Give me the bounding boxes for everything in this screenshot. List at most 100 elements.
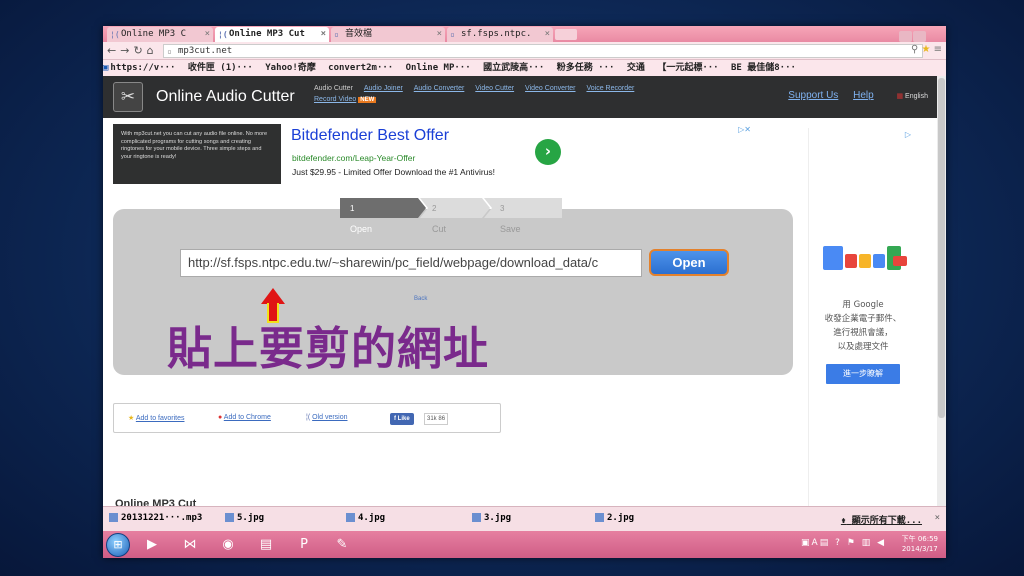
volume-icon[interactable]: ◀ bbox=[877, 538, 886, 548]
favorites-link[interactable]: ★ Add to favorites bbox=[128, 414, 184, 422]
browser-tab-bar: ¦( Online MP3 C × ¦( Online MP3 Cut × ▫ … bbox=[103, 26, 946, 61]
system-tray: ▣A▤ ? ⚑ ▥ ◀ bbox=[801, 538, 886, 548]
site-title[interactable]: Online Audio Cutter bbox=[156, 88, 295, 106]
taskbar-clock[interactable]: 下午 06:59 2014/3/17 bbox=[902, 534, 938, 554]
bookmark-item[interactable]: convert2m··· bbox=[328, 63, 393, 73]
url-input[interactable]: http://sf.fsps.ntpc.edu.tw/~sharewin/pc_… bbox=[180, 249, 642, 277]
chrome-link[interactable]: ● Add to Chrome bbox=[218, 414, 271, 421]
nav-video-converter[interactable]: Video Converter bbox=[525, 85, 575, 92]
reload-icon[interactable]: ↻ bbox=[133, 44, 146, 57]
step-save: 3 Save bbox=[500, 204, 521, 234]
bookmark-item[interactable]: 收件匣 (1)··· bbox=[188, 63, 253, 73]
intro-text: With mp3cut.net you can cut any audio fi… bbox=[113, 124, 281, 184]
facebook-icon: f bbox=[394, 416, 396, 422]
bookmark-item[interactable]: https://v··· bbox=[110, 63, 175, 73]
tab-close-icon[interactable]: × bbox=[545, 27, 550, 42]
bookmark-item[interactable]: 粉多任務 ··· bbox=[557, 63, 615, 73]
support-us-link[interactable]: Support Us bbox=[788, 90, 838, 101]
windows-taskbar: ⊞ ▶ ⋈ ◉ ▤ P ✎ ▣A▤ ? ⚑ ▥ ◀ 下午 06:59 2014/… bbox=[103, 531, 946, 558]
tab-close-icon[interactable]: × bbox=[321, 27, 326, 42]
step-cut: 2 Cut bbox=[432, 204, 447, 234]
page-scrollbar[interactable] bbox=[937, 76, 946, 514]
tab-close-icon[interactable]: × bbox=[205, 27, 210, 42]
image-file-icon bbox=[472, 513, 481, 522]
ad-title[interactable]: Bitdefender Best Offer bbox=[291, 127, 449, 145]
nav-audio-joiner[interactable]: Audio Joiner bbox=[364, 85, 403, 92]
ad-description: Just $29.95 - Limited Offer Download the… bbox=[292, 167, 496, 177]
annotation-text: 貼上要剪的網址 bbox=[167, 322, 490, 375]
open-button[interactable]: Open bbox=[649, 249, 729, 276]
nav-record-video[interactable]: Record Video bbox=[314, 96, 356, 103]
network-icon[interactable]: ▥ bbox=[862, 538, 873, 548]
downloads-close-icon[interactable]: × bbox=[935, 513, 940, 523]
nav-voice-recorder[interactable]: Voice Recorder bbox=[586, 85, 634, 92]
bookmark-item[interactable]: Yahoo!奇摩 bbox=[265, 63, 316, 73]
bookmark-item[interactable]: Online MP··· bbox=[406, 63, 471, 73]
downloads-bar: 20131221···.mp3 5.jpg 4.jpg 3.jpg 2.jpg … bbox=[103, 506, 946, 531]
step-open: 1 Open bbox=[350, 204, 373, 234]
download-item[interactable]: 5.jpg bbox=[225, 513, 264, 523]
help-link[interactable]: Help bbox=[853, 90, 874, 101]
menu-icon[interactable]: ≡ bbox=[934, 44, 942, 55]
ime-icon[interactable]: ▣A▤ bbox=[801, 538, 830, 548]
home-icon[interactable]: ⌂ bbox=[147, 44, 158, 57]
zoom-icon[interactable]: ⚲ bbox=[911, 44, 918, 55]
back-link[interactable]: Back bbox=[414, 296, 427, 302]
adchoices-icon[interactable]: ▷✕ bbox=[738, 125, 751, 134]
tab-close-icon[interactable]: × bbox=[437, 27, 442, 42]
site-favicon-icon: ¦( bbox=[218, 30, 228, 39]
tab-2[interactable]: ¦( Online MP3 Cut × bbox=[215, 27, 329, 42]
nav-audio-cutter[interactable]: Audio Cutter bbox=[314, 85, 353, 92]
image-file-icon bbox=[595, 513, 604, 522]
bookmark-item[interactable]: 交通 bbox=[627, 63, 645, 73]
tab-1[interactable]: ¦( Online MP3 C × bbox=[107, 27, 213, 42]
window-controls bbox=[898, 27, 942, 61]
scrollbar-thumb[interactable] bbox=[938, 78, 945, 418]
flag-icon[interactable]: ⚑ bbox=[847, 538, 857, 548]
site-favicon-icon: ¦( bbox=[110, 30, 120, 39]
star-icon[interactable]: ★ bbox=[921, 44, 930, 55]
learn-more-button[interactable]: 進一步瞭解 bbox=[826, 364, 900, 384]
new-tab-button[interactable] bbox=[555, 29, 577, 40]
scissors-logo-icon[interactable]: ✂ bbox=[113, 82, 143, 112]
facebook-like-button[interactable]: f Like bbox=[390, 413, 414, 425]
nav-video-cutter[interactable]: Video Cutter bbox=[475, 85, 514, 92]
media-player-icon[interactable]: ▶ bbox=[135, 534, 169, 555]
download-item[interactable]: 4.jpg bbox=[346, 513, 385, 523]
bookmark-item[interactable]: 國立武陵高··· bbox=[483, 63, 544, 73]
ad-banner[interactable]: Bitdefender Best Offer bitdefender.com/L… bbox=[285, 124, 751, 184]
bookmark-item[interactable]: 【一元起標··· bbox=[657, 63, 718, 73]
minimize-button[interactable] bbox=[899, 31, 912, 42]
nav-audio-converter[interactable]: Audio Converter bbox=[414, 85, 465, 92]
download-item[interactable]: 3.jpg bbox=[472, 513, 511, 523]
help-icon[interactable]: ? bbox=[835, 538, 842, 548]
image-file-icon bbox=[225, 513, 234, 522]
chrome-icon[interactable]: ◉ bbox=[211, 534, 245, 555]
image-file-icon bbox=[346, 513, 355, 522]
address-bar-row: ←→↻⌂ ▫ mp3cut.net ⚲ ★ ≡ bbox=[103, 42, 946, 60]
bookmark-item[interactable]: BE 最佳儲8··· bbox=[731, 63, 796, 73]
bookmark-icon: ▣ bbox=[103, 63, 109, 73]
ad-arrow-icon[interactable]: › bbox=[535, 139, 561, 165]
address-right-icons: ⚲ ★ ≡ bbox=[911, 44, 942, 55]
paint-icon[interactable]: ✎ bbox=[325, 534, 359, 555]
maximize-button[interactable] bbox=[913, 31, 926, 42]
old-version-link[interactable]: ¦( Old version bbox=[306, 414, 348, 421]
ad-url[interactable]: bitdefender.com/Leap-Year-Offer bbox=[292, 153, 415, 163]
tab-4[interactable]: ▫ sf.fsps.ntpc. × bbox=[447, 27, 553, 42]
download-item[interactable]: 2.jpg bbox=[595, 513, 634, 523]
new-badge: NEW bbox=[358, 97, 377, 103]
forward-arrow-icon[interactable]: → bbox=[120, 44, 133, 57]
steps-background bbox=[340, 198, 562, 218]
download-item[interactable]: 20131221···.mp3 bbox=[109, 513, 202, 523]
adchoices-icon[interactable]: ▷ bbox=[905, 130, 911, 139]
start-button-icon[interactable]: ⊞ bbox=[106, 533, 130, 557]
folder-icon[interactable]: ▤ bbox=[249, 534, 283, 555]
language-link[interactable]: ▦ English bbox=[896, 93, 928, 100]
bow-tie-app-icon[interactable]: ⋈ bbox=[173, 534, 207, 555]
back-arrow-icon[interactable]: ← bbox=[107, 44, 120, 57]
show-all-downloads-link[interactable]: ⇟ 顯示所有下載... bbox=[841, 513, 922, 526]
url-field[interactable]: ▫ mp3cut.net bbox=[163, 44, 923, 58]
tab-3[interactable]: ▫ 音效檔 × bbox=[331, 27, 445, 42]
powerpoint-icon[interactable]: P bbox=[287, 534, 321, 555]
